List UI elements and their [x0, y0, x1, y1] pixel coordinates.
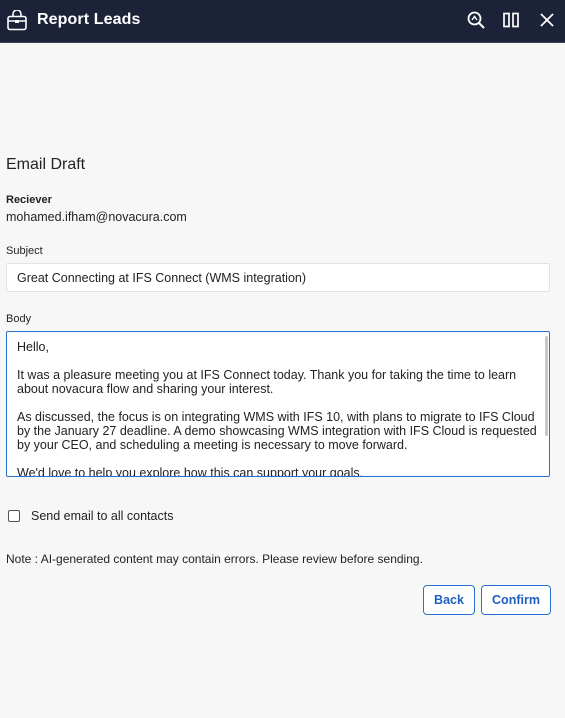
send-all-checkbox[interactable]: [8, 510, 20, 522]
ai-note: Note : AI-generated content may contain …: [6, 552, 423, 566]
receiver-label: Reciever: [6, 194, 52, 206]
title-bar: Report Leads: [0, 0, 565, 43]
page-title: Email Draft: [6, 156, 86, 173]
zoom-icon[interactable]: [466, 10, 486, 30]
body-textarea[interactable]: Hello, It was a pleasure meeting you at …: [6, 331, 550, 477]
body-label: Body: [6, 313, 32, 325]
briefcase-lock-icon: [7, 10, 27, 31]
confirm-button[interactable]: Confirm: [481, 585, 551, 615]
body-scrollbar[interactable]: [545, 336, 548, 436]
close-icon[interactable]: [537, 10, 557, 30]
send-all-label: Send email to all contacts: [31, 509, 174, 523]
subject-label: Subject: [6, 245, 43, 257]
window-title: Report Leads: [37, 11, 141, 28]
receiver-value: mohamed.ifham@novacura.com: [6, 210, 187, 224]
back-button[interactable]: Back: [423, 585, 475, 615]
split-view-icon[interactable]: [501, 10, 521, 30]
subject-input[interactable]: [6, 263, 550, 292]
